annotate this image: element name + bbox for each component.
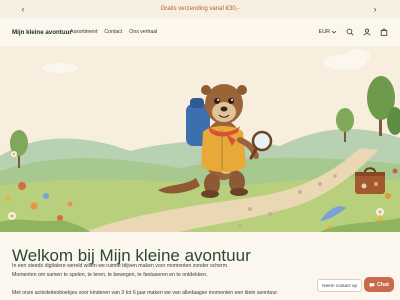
hero-illustration	[0, 46, 400, 232]
cart-icon[interactable]	[380, 28, 388, 36]
currency-label: EUR	[318, 29, 330, 35]
search-icon[interactable]	[346, 28, 354, 36]
chat-label: Chat	[377, 281, 389, 288]
announcement-prev-button[interactable]: ‹	[16, 0, 30, 18]
contact-us-label: Neem contact op	[322, 283, 357, 288]
intro-paragraph-1: In een steeds digitalere wereld willen w…	[12, 263, 229, 269]
account-icon[interactable]	[363, 28, 371, 36]
nav-item-contact[interactable]: Contact	[104, 29, 122, 35]
chevron-down-icon	[331, 30, 337, 34]
announcement-next-button[interactable]: ›	[368, 0, 382, 18]
intro-paragraph-3: Met onze activiteitenboekjes voor kinder…	[12, 290, 279, 296]
site-logo[interactable]: Mijn kleine avontuur	[12, 29, 72, 36]
contact-us-button[interactable]: Neem contact op	[317, 279, 362, 292]
site-header: Mijn kleine avontuur Assortiment Contact…	[0, 18, 400, 46]
main-nav: Assortiment Contact Ons verhaal	[70, 29, 157, 35]
announcement-bar: ‹ Gratis verzending vanaf €30,- ›	[0, 0, 400, 19]
hero-banner	[0, 46, 400, 232]
currency-selector[interactable]: EUR	[319, 29, 337, 35]
nav-item-assortiment[interactable]: Assortiment	[70, 29, 97, 35]
announcement-text: Gratis verzending vanaf €30,-	[160, 6, 240, 12]
suitcase-illustration	[355, 167, 385, 194]
chat-button[interactable]: Chat	[364, 277, 394, 292]
nav-item-ons-verhaal[interactable]: Ons verhaal	[129, 29, 157, 35]
chat-bubble-icon	[369, 282, 375, 287]
header-actions: EUR	[319, 18, 388, 46]
intro-paragraph-2: Momenten om samen te spelen, te leren, t…	[12, 272, 208, 278]
